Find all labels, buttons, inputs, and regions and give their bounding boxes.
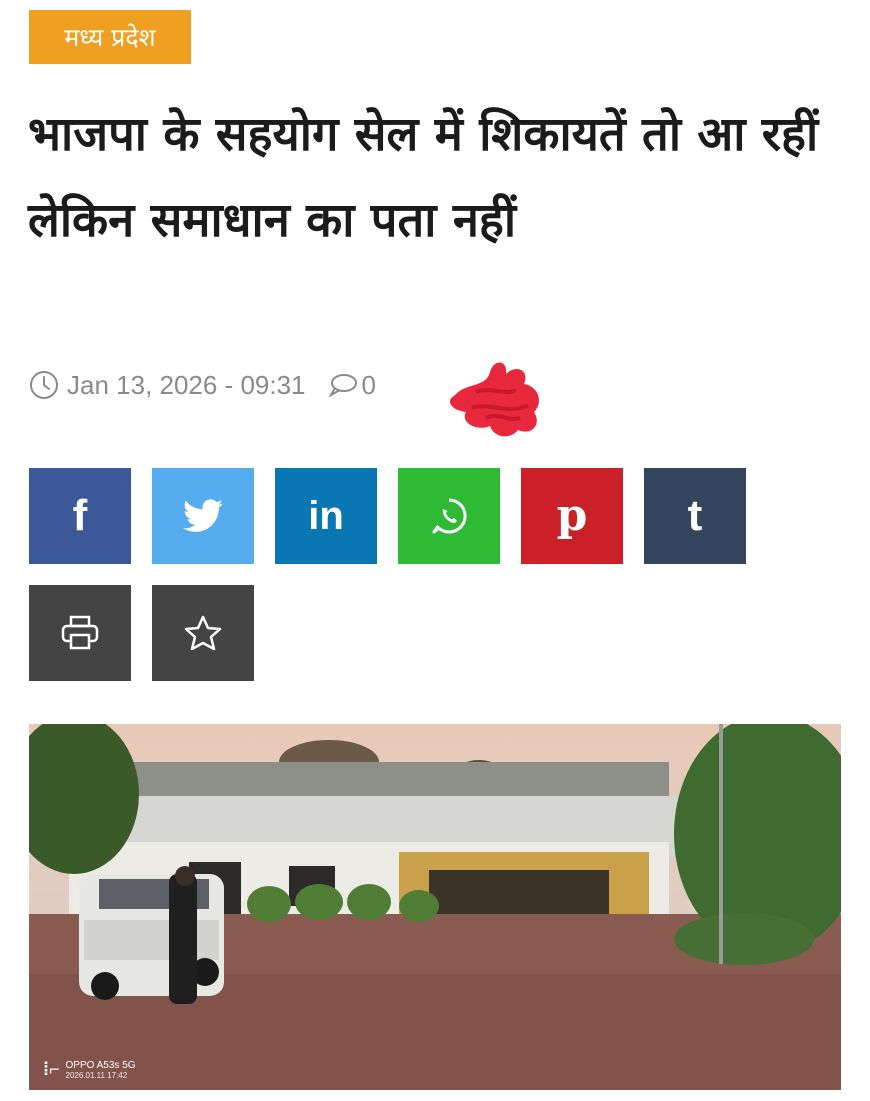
- tumblr-icon: t: [687, 491, 703, 540]
- bookmark-button[interactable]: [152, 585, 254, 681]
- linkedin-share-button[interactable]: in: [275, 468, 377, 564]
- photo-timestamp: 2026.01.11 17:42: [65, 1070, 128, 1080]
- facebook-share-button[interactable]: f: [29, 468, 131, 564]
- whatsapp-share-button[interactable]: [398, 468, 500, 564]
- twitter-share-button[interactable]: [152, 468, 254, 564]
- camera-logo-icon: ⁞⌐: [43, 1059, 60, 1079]
- twitter-icon: [183, 499, 223, 532]
- comment-icon[interactable]: [327, 372, 358, 398]
- publish-date: Jan 13, 2026 - 09:31: [67, 369, 306, 400]
- facebook-icon: f: [72, 491, 88, 540]
- printer-icon: [61, 615, 99, 650]
- pinterest-icon: p: [556, 490, 588, 541]
- bjp-office-photo: [29, 724, 841, 1090]
- camera-watermark: ⁞⌐ OPPO A53s 5G 2026.01.11 17:42: [43, 1059, 136, 1080]
- red-scribble-mark: [450, 362, 539, 437]
- star-icon: [184, 615, 222, 651]
- category-badge[interactable]: मध्य प्रदेश: [29, 10, 191, 64]
- tumblr-share-button[interactable]: t: [644, 468, 746, 564]
- pinterest-share-button[interactable]: p: [521, 468, 623, 564]
- whatsapp-icon: [432, 498, 467, 534]
- clock-icon: [30, 371, 58, 399]
- camera-model: OPPO A53s 5G: [65, 1059, 136, 1071]
- print-button[interactable]: [29, 585, 131, 681]
- article-meta: Jan 13, 2026 - 09:31 0: [29, 365, 376, 405]
- article-photo: ⁞⌐ OPPO A53s 5G 2026.01.11 17:42: [29, 724, 841, 1090]
- article-headline: भाजपा के सहयोग सेल में शिकायतें तो आ रही…: [28, 107, 819, 248]
- linkedin-icon: in: [308, 494, 344, 538]
- comment-count[interactable]: 0: [362, 370, 376, 401]
